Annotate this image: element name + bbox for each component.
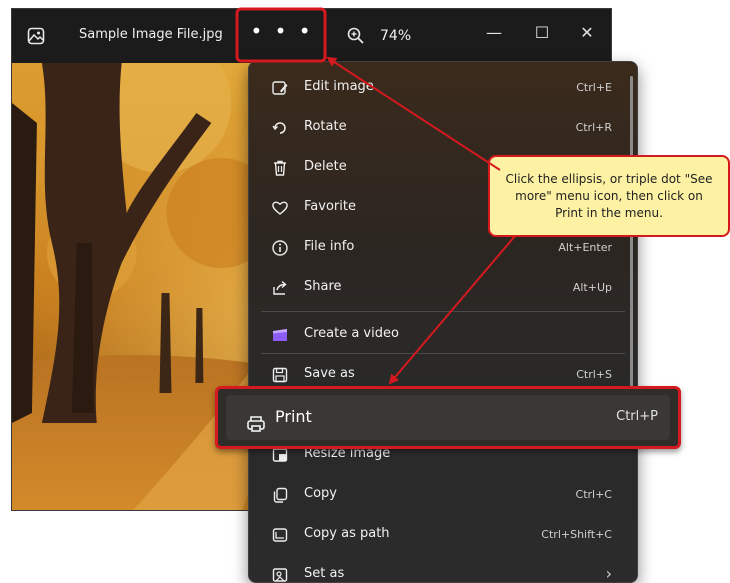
instruction-callout: Click the ellipsis, or triple dot "See m… (488, 155, 730, 237)
menu-item-share[interactable]: Share Alt+Up (249, 268, 637, 308)
delete-icon (274, 160, 286, 176)
menu-item-shortcut: Ctrl+R (575, 121, 612, 134)
menu-item-shortcut: Ctrl+E (576, 81, 612, 94)
set-as-icon (272, 568, 288, 582)
menu-item-shortcut: Ctrl+C (575, 488, 612, 501)
menu-item-rotate[interactable]: Rotate Ctrl+R (249, 108, 637, 148)
maximize-button[interactable]: ☐ (527, 18, 557, 48)
zoom-level[interactable]: 74% (380, 28, 411, 44)
see-more-button[interactable]: • • • (239, 11, 325, 60)
share-icon (273, 280, 287, 295)
photos-app-icon (27, 27, 45, 45)
menu-item-label: Create a video (304, 326, 399, 341)
menu-item-label: Share (304, 279, 342, 294)
menu-item-label: Favorite (304, 199, 356, 214)
printer-icon (247, 416, 265, 432)
submenu-chevron-icon: › (605, 564, 612, 583)
menu-item-shortcut: Alt+Enter (558, 241, 612, 254)
menu-item-shortcut: Ctrl+Shift+C (541, 528, 612, 541)
menu-item-label: File info (304, 239, 355, 254)
minimize-button[interactable]: — (479, 18, 509, 48)
menu-item-copy[interactable]: Copy Ctrl+C (249, 475, 637, 515)
menu-item-set-as[interactable]: Set as › (249, 555, 637, 583)
menu-item-label: Copy (304, 486, 337, 501)
close-button[interactable]: ✕ (572, 18, 602, 48)
zoom-in-icon[interactable] (346, 26, 366, 46)
menu-item-label: Edit image (304, 79, 374, 94)
edit-image-icon (272, 81, 288, 95)
title-bar: Sample Image File.jpg • • • 74% — ☐ ✕ (12, 9, 611, 63)
rotate-icon (272, 122, 286, 134)
copy-icon (273, 487, 288, 503)
menu-item-copy-as-path[interactable]: Copy as path Ctrl+Shift+C (249, 515, 637, 555)
see-more-menu: Edit image Ctrl+E Rotate Ctrl+R Delete F… (248, 61, 638, 583)
copy-path-icon (272, 528, 288, 542)
heart-icon (272, 201, 288, 215)
menu-separator (261, 353, 625, 354)
menu-item-print[interactable]: Print Ctrl+P (215, 386, 681, 449)
menu-item-create-video[interactable]: Create a video (249, 315, 637, 355)
menu-item-label: Save as (304, 366, 355, 381)
menu-item-label: Delete (304, 159, 347, 174)
print-shortcut: Ctrl+P (616, 409, 658, 424)
save-icon (272, 367, 288, 383)
print-label: Print (275, 407, 312, 426)
menu-item-edit-image[interactable]: Edit image Ctrl+E (249, 68, 637, 108)
window-title: Sample Image File.jpg (79, 27, 223, 42)
menu-item-label: Set as (304, 566, 345, 581)
menu-item-label: Copy as path (304, 526, 390, 541)
menu-item-shortcut: Alt+Up (572, 281, 612, 294)
menu-item-shortcut: Ctrl+S (576, 368, 612, 381)
info-icon (272, 240, 288, 256)
menu-item-label: Rotate (304, 119, 347, 134)
menu-separator (261, 311, 625, 312)
clipchamp-icon (273, 329, 287, 341)
